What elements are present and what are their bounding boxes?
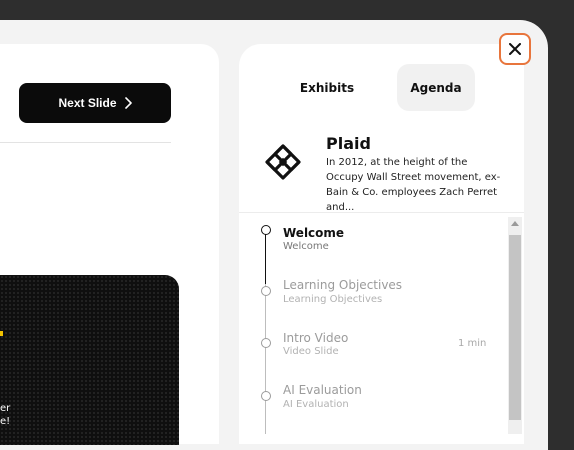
timeline-dot xyxy=(261,391,271,401)
agenda-item-subtitle: Video Slide xyxy=(283,346,339,357)
video-caption: er e! xyxy=(0,403,11,427)
agenda-separator xyxy=(239,212,524,213)
agenda-item-subtitle: Welcome xyxy=(283,241,329,252)
tab-agenda-label: Agenda xyxy=(410,80,462,95)
video-thumbnail[interactable]: er e! xyxy=(0,275,179,445)
tab-exhibits-label: Exhibits xyxy=(299,80,355,95)
tab-exhibits[interactable]: Exhibits xyxy=(289,64,365,111)
next-slide-button[interactable]: Next Slide xyxy=(19,83,171,123)
company-description: In 2012, at the height of the Occupy Wal… xyxy=(326,157,501,213)
slide-divider xyxy=(0,142,171,143)
agenda-item-title: Learning Objectives xyxy=(283,278,403,292)
agenda-item-subtitle: AI Evaluation xyxy=(283,399,349,410)
agenda-timeline-progress xyxy=(265,234,266,284)
agenda-item-subtitle: Learning Objectives xyxy=(283,294,383,305)
next-slide-label: Next Slide xyxy=(58,96,117,110)
scrollbar-thumb[interactable] xyxy=(509,235,521,420)
agenda-item-title: AI Evaluation xyxy=(283,383,362,397)
agenda-item-title: Intro Video xyxy=(283,331,349,345)
agenda-panel xyxy=(239,44,524,444)
timeline-dot xyxy=(261,338,271,348)
arrow-up-icon[interactable] xyxy=(511,221,519,226)
agenda-item-duration: 1 min xyxy=(458,338,487,349)
close-icon xyxy=(509,43,521,55)
close-button[interactable] xyxy=(499,33,531,65)
tab-agenda[interactable]: Agenda xyxy=(397,64,475,111)
agenda-item-title: Welcome xyxy=(283,226,345,240)
video-accent-mark xyxy=(0,331,3,336)
company-name: Plaid xyxy=(326,134,371,153)
timeline-dot xyxy=(261,225,271,235)
timeline-dot xyxy=(261,286,271,296)
plaid-logo xyxy=(265,144,301,180)
chevron-right-icon xyxy=(124,97,132,109)
